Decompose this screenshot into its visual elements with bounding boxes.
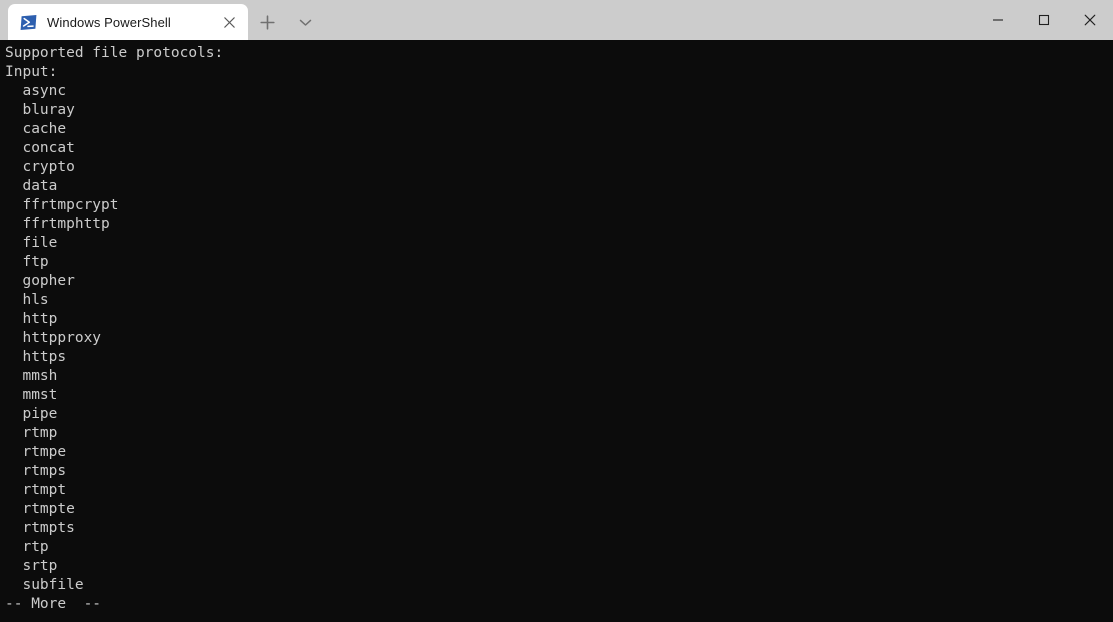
terminal-line: pipe (5, 406, 58, 422)
close-button[interactable] (1067, 0, 1113, 40)
terminal-line: https (5, 349, 67, 365)
terminal-line: httpproxy (5, 330, 102, 346)
titlebar: Windows PowerShell (0, 0, 1113, 40)
close-icon[interactable] (214, 7, 244, 37)
terminal-line: gopher (5, 273, 75, 289)
terminal-line: ffrtmphttp (5, 216, 110, 232)
terminal-text-buffer: Supported file protocols: Input: async b… (0, 40, 1113, 614)
chevron-down-icon[interactable] (286, 4, 324, 40)
terminal-line: hls (5, 292, 49, 308)
terminal-line: mmsh (5, 368, 58, 384)
terminal-line: Supported file protocols: (5, 45, 224, 61)
tab-strip: Windows PowerShell (0, 0, 324, 40)
tab-title: Windows PowerShell (47, 14, 171, 30)
powershell-icon (20, 14, 37, 31)
maximize-button[interactable] (1021, 0, 1067, 40)
terminal-line: bluray (5, 102, 75, 118)
terminal-output-area[interactable]: Supported file protocols: Input: async b… (0, 40, 1113, 622)
terminal-line: crypto (5, 159, 75, 175)
terminal-line: http (5, 311, 58, 327)
terminal-line: concat (5, 140, 75, 156)
powershell-window: Windows PowerShell Supported file protoc… (0, 0, 1113, 622)
terminal-line: rtmpte (5, 501, 75, 517)
terminal-line: Input: (5, 64, 58, 80)
terminal-line: rtmps (5, 463, 67, 479)
terminal-line: file (5, 235, 58, 251)
terminal-line: ffrtmpcrypt (5, 197, 119, 213)
terminal-line: rtp (5, 539, 49, 555)
tab-windows-powershell[interactable]: Windows PowerShell (8, 4, 248, 40)
terminal-more-prompt: -- More -- (5, 596, 102, 612)
terminal-line: rtmp (5, 425, 58, 441)
terminal-line: ftp (5, 254, 49, 270)
terminal-line: data (5, 178, 58, 194)
minimize-button[interactable] (975, 0, 1021, 40)
terminal-line: srtp (5, 558, 58, 574)
terminal-line: cache (5, 121, 67, 137)
terminal-line: async (5, 83, 67, 99)
terminal-line: subfile (5, 577, 84, 593)
terminal-line: rtmpe (5, 444, 67, 460)
new-tab-button[interactable] (248, 4, 286, 40)
terminal-line: rtmpt (5, 482, 67, 498)
terminal-line: rtmpts (5, 520, 75, 536)
window-controls (975, 0, 1113, 40)
terminal-line: mmst (5, 387, 58, 403)
